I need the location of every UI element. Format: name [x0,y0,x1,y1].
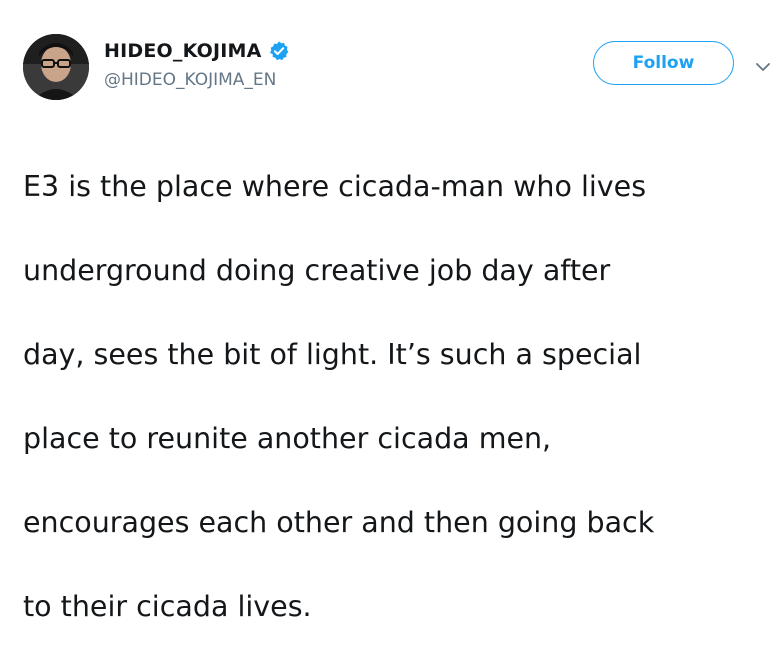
tweet-text-line: place to reunite another cicada men, [23,422,552,455]
tweet-text-line: encourages each other and then going bac… [23,506,655,539]
tweet-text-line: day, sees the bit of light. It’s such a … [23,338,642,371]
tweet-text-line: underground doing creative job day after [23,254,611,287]
avatar[interactable] [23,34,89,100]
tweet-text-line: E3 is the place where cicada-man who liv… [23,170,647,203]
author-display-name[interactable]: HIDEO_KOJIMA [104,40,262,62]
tweet-card: HIDEO_KOJIMA @HIDEO_KOJIMA_EN Follow E3 … [0,0,771,623]
tweet-text-line: to their cicada lives. [23,590,312,623]
follow-button[interactable]: Follow [593,41,734,85]
verified-badge-icon [268,40,290,62]
author-handle[interactable]: @HIDEO_KOJIMA_EN [104,70,276,90]
author-name-row[interactable]: HIDEO_KOJIMA [104,38,290,64]
tweet-text: E3 is the place where cicada-man who liv… [23,124,768,670]
chevron-down-icon[interactable] [755,58,771,71]
